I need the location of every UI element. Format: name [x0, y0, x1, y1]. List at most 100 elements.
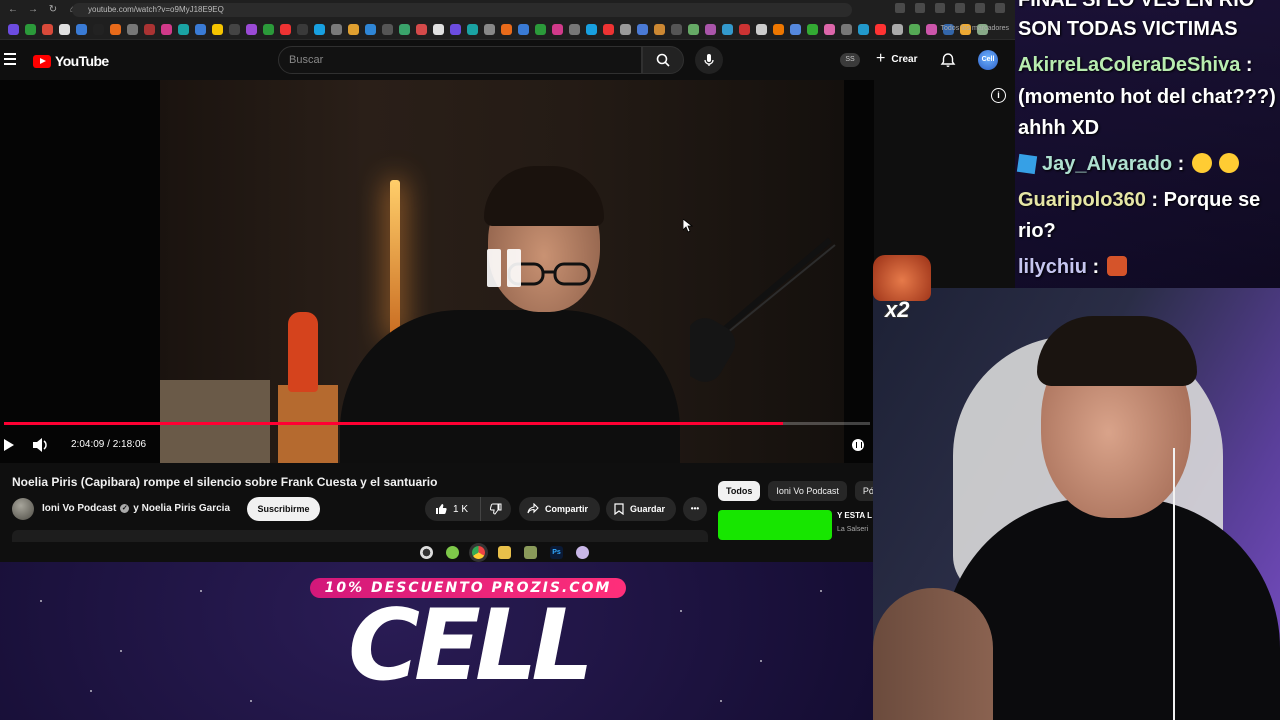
bookmark-favicon[interactable]: [586, 24, 597, 35]
channel-collab[interactable]: y Noelia Piris Garcia: [133, 503, 230, 514]
bookmark-favicon[interactable]: [790, 24, 801, 35]
bookmark-favicon[interactable]: [76, 24, 87, 35]
channel-avatar[interactable]: [12, 498, 34, 520]
description-box[interactable]: [12, 530, 708, 542]
bookmark-favicon[interactable]: [773, 24, 784, 35]
recommended-video-thumbnail[interactable]: [718, 510, 832, 540]
puzzle-icon[interactable]: [975, 3, 985, 13]
spotify-icon[interactable]: [446, 545, 459, 559]
create-button[interactable]: + Crear: [876, 51, 917, 67]
bookmark-favicon[interactable]: [314, 24, 325, 35]
bookmark-favicon[interactable]: [518, 24, 529, 35]
bookmark-favicon[interactable]: [705, 24, 716, 35]
bookmark-favicon[interactable]: [739, 24, 750, 35]
pause-icon[interactable]: [487, 240, 521, 296]
bookmark-favicon[interactable]: [8, 24, 19, 35]
voice-search-button[interactable]: [695, 46, 723, 74]
search-button[interactable]: [642, 46, 684, 74]
bookmark-favicon[interactable]: [756, 24, 767, 35]
search-input[interactable]: Buscar: [278, 46, 642, 74]
bookmark-favicon[interactable]: [654, 24, 665, 35]
url-bar[interactable]: youtube.com/watch?v=o9MyJ18E9EQ: [72, 3, 852, 17]
youtube-logo[interactable]: YouTube: [33, 53, 109, 69]
bookmark-favicon[interactable]: [552, 24, 563, 35]
app-icon[interactable]: [576, 545, 589, 559]
bookmark-favicon[interactable]: [535, 24, 546, 35]
bookmark-favicon[interactable]: [858, 24, 869, 35]
bookmark-favicon[interactable]: [722, 24, 733, 35]
bookmark-favicon[interactable]: [926, 24, 937, 35]
bookmark-favicon[interactable]: [229, 24, 240, 35]
bookmark-favicon[interactable]: [501, 24, 512, 35]
reload-icon[interactable]: ↻: [48, 5, 58, 15]
bookmark-favicon[interactable]: [25, 24, 36, 35]
minecraft-icon[interactable]: [524, 545, 537, 559]
back-icon[interactable]: ←: [8, 5, 18, 15]
bookmark-favicon[interactable]: [110, 24, 121, 35]
bookmark-favicon[interactable]: [348, 24, 359, 35]
bookmark-favicon[interactable]: [807, 24, 818, 35]
star-icon[interactable]: [935, 3, 945, 13]
zoom-icon[interactable]: [895, 3, 905, 13]
bookmark-favicon[interactable]: [569, 24, 580, 35]
bookmark-favicon[interactable]: [620, 24, 631, 35]
filter-chip[interactable]: Ioni Vo Podcast: [768, 481, 847, 501]
more-actions-button[interactable]: •••: [683, 497, 707, 521]
bookmark-favicon[interactable]: [365, 24, 376, 35]
filter-chip[interactable]: Todos: [718, 481, 761, 501]
bookmark-favicon[interactable]: [263, 24, 274, 35]
folder-icon[interactable]: [498, 545, 511, 559]
bookmark-favicon[interactable]: [875, 24, 886, 35]
bookmark-favicon[interactable]: [824, 24, 835, 35]
bookmark-favicon[interactable]: [195, 24, 206, 35]
bookmark-favicon[interactable]: [603, 24, 614, 35]
like-button[interactable]: 1 K: [425, 497, 481, 521]
recommended-video-title[interactable]: Y ESTA L: [837, 511, 872, 520]
subscribe-button[interactable]: Suscribirme: [247, 497, 320, 521]
channel-names[interactable]: Ioni Vo Podcast ✓ y Noelia Piris Garcia: [42, 503, 230, 514]
share-page-icon[interactable]: [915, 3, 925, 13]
bookmark-favicon[interactable]: [909, 24, 920, 35]
ss-badge[interactable]: SS: [840, 53, 860, 67]
info-icon[interactable]: i: [991, 88, 1006, 103]
bookmark-favicon[interactable]: [688, 24, 699, 35]
bookmark-favicon[interactable]: [892, 24, 903, 35]
bookmark-favicon[interactable]: [382, 24, 393, 35]
bookmark-favicon[interactable]: [433, 24, 444, 35]
bookmark-favicon[interactable]: [450, 24, 461, 35]
volume-icon[interactable]: [32, 437, 50, 453]
obs-icon[interactable]: [420, 545, 433, 559]
bookmark-favicon[interactable]: [637, 24, 648, 35]
bookmark-favicon[interactable]: [671, 24, 682, 35]
photoshop-icon[interactable]: Ps: [550, 545, 563, 559]
bell-icon[interactable]: [940, 52, 956, 68]
bookmark-favicon[interactable]: [59, 24, 70, 35]
bookmark-favicon[interactable]: [246, 24, 257, 35]
bookmark-favicon[interactable]: [144, 24, 155, 35]
pause-small-icon[interactable]: [852, 439, 864, 451]
dislike-button[interactable]: [481, 503, 511, 515]
forward-icon[interactable]: →: [28, 5, 38, 15]
recommended-video-channel[interactable]: La Salseri: [837, 526, 868, 533]
progress-bar[interactable]: [4, 422, 870, 425]
profile-icon[interactable]: [995, 3, 1005, 13]
bookmark-favicon[interactable]: [212, 24, 223, 35]
account-avatar[interactable]: Cell: [978, 50, 998, 70]
all-bookmarks-label[interactable]: Todos los marcadores: [941, 25, 1009, 32]
bookmark-favicon[interactable]: [127, 24, 138, 35]
bookmark-favicon[interactable]: [416, 24, 427, 35]
play-icon[interactable]: [4, 439, 14, 451]
channel-name[interactable]: Ioni Vo Podcast: [42, 503, 116, 514]
share-button[interactable]: Compartir: [519, 497, 600, 521]
video-player[interactable]: 2:04:09 / 2:18:06: [0, 80, 874, 463]
save-button[interactable]: Guardar: [606, 497, 676, 521]
bookmark-favicon[interactable]: [399, 24, 410, 35]
bookmark-favicon[interactable]: [42, 24, 53, 35]
chrome-icon[interactable]: [472, 545, 485, 559]
bookmark-favicon[interactable]: [93, 24, 104, 35]
bookmark-favicon[interactable]: [178, 24, 189, 35]
bookmark-favicon[interactable]: [297, 24, 308, 35]
bookmark-favicon[interactable]: [484, 24, 495, 35]
bookmark-favicon[interactable]: [331, 24, 342, 35]
bookmark-favicon[interactable]: [467, 24, 478, 35]
